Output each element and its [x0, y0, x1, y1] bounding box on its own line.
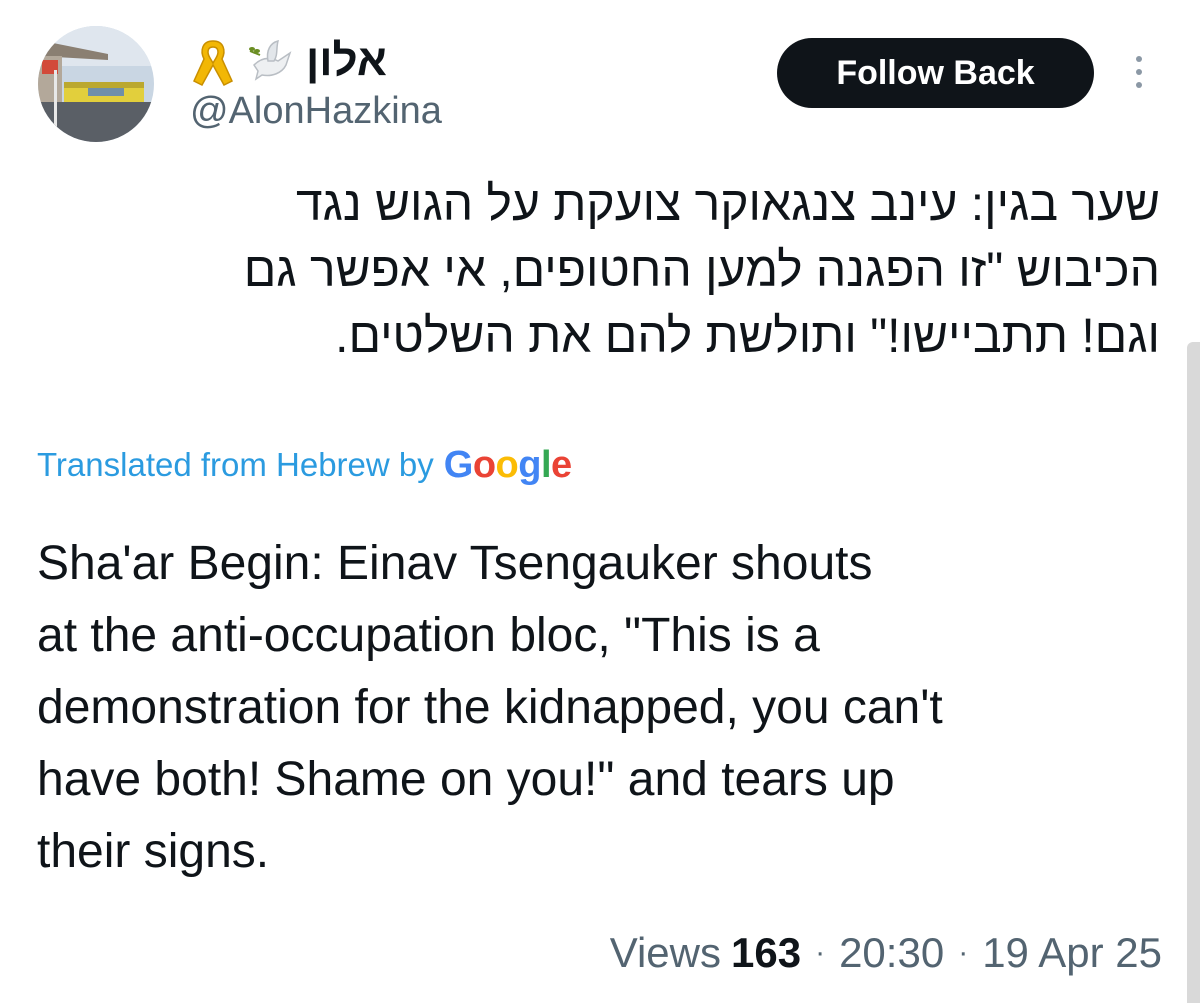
translated-line: their signs. [37, 825, 270, 878]
author-display-name: אלון [306, 36, 387, 85]
avatar[interactable] [38, 26, 154, 142]
separator-dot: · [958, 936, 969, 969]
follow-back-button[interactable]: Follow Back [777, 38, 1094, 108]
tweet-original-text: שער בגין: עינב צנגאוקר צועקת על הגוש נגד… [40, 172, 1160, 370]
more-dot [1136, 69, 1142, 75]
more-dot [1136, 56, 1142, 62]
tweet-translated-text: Sha'ar Begin: Einav Tsengauker shouts at… [37, 528, 1167, 888]
author-name-row[interactable]: אלון [190, 30, 387, 92]
translated-line: Sha'ar Begin: Einav Tsengauker shouts [37, 537, 873, 590]
tweet-date[interactable]: 19 Apr 25 [982, 929, 1162, 977]
original-line: הכיבוש "זו הפגנה למען החטופים, אי אפשר ג… [243, 244, 1160, 297]
translated-line: at the anti-occupation bloc, "This is a [37, 609, 820, 662]
scrollbar[interactable] [1187, 342, 1200, 1003]
author-handle[interactable]: @AlonHazkina [190, 92, 442, 130]
separator-dot: · [815, 936, 826, 969]
tweet-time[interactable]: 20:30 [839, 929, 944, 977]
more-options-icon[interactable] [1124, 52, 1154, 92]
original-line: וגם! תתביישו!" ותולשת להם את השלטים. [335, 310, 1160, 363]
yellow-ribbon-icon [190, 35, 236, 87]
translated-line: demonstration for the kidnapped, you can… [37, 681, 943, 734]
translation-label: Translated from Hebrew by [37, 446, 434, 483]
google-logo: Google [443, 443, 572, 486]
dove-icon [248, 35, 294, 87]
tweet-meta: Views 163 · 20:30 · 19 Apr 25 [610, 925, 1162, 981]
translated-line: have both! Shame on you!" and tears up [37, 753, 895, 806]
translation-attribution[interactable]: Translated from Hebrew by Google [37, 440, 572, 490]
views-count[interactable]: 163 [731, 929, 801, 977]
views-label[interactable]: Views [610, 929, 721, 977]
original-line: שער בגין: עינב צנגאוקר צועקת על הגוש נגד [296, 178, 1160, 231]
more-dot [1136, 82, 1142, 88]
